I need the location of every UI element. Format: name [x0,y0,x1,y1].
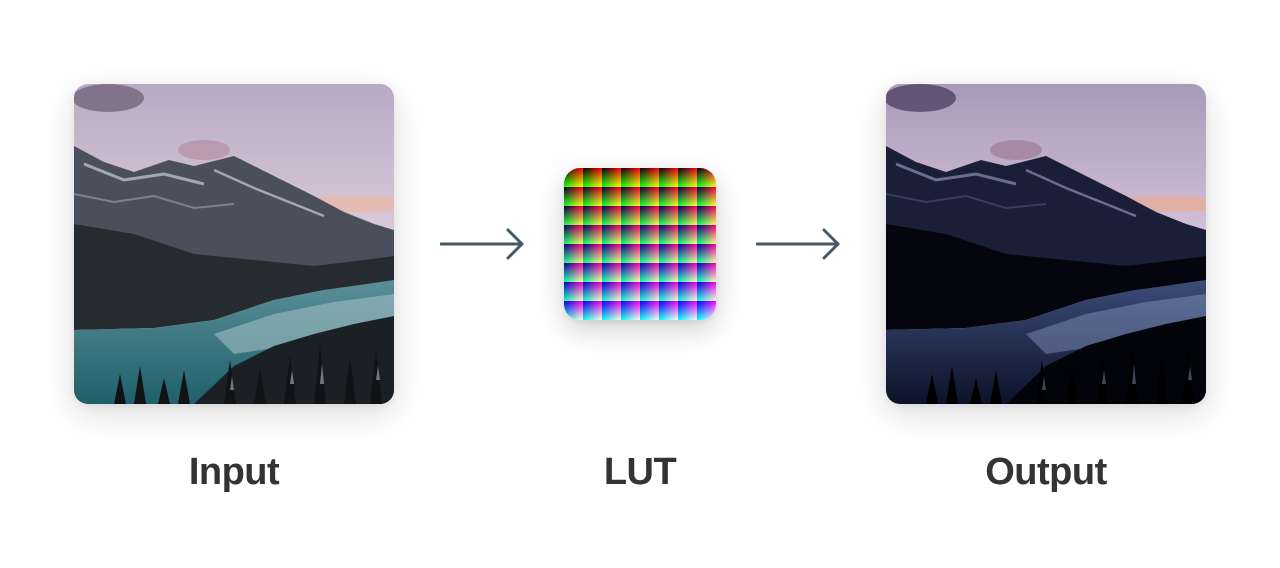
lut-tile [621,282,640,301]
lut-tile [697,301,716,320]
lut-tile [621,244,640,263]
lut-tile [602,301,621,320]
lut-tile [697,225,716,244]
lut-tile [602,225,621,244]
lut-tile [564,168,583,187]
lut-diagram: Input LUT Output [0,0,1280,568]
lut-tile [697,263,716,282]
lut-tile [640,206,659,225]
lut-tile [564,244,583,263]
lut-tile [621,206,640,225]
lut-image [564,168,716,320]
lut-tile [583,301,602,320]
lut-tile [678,263,697,282]
lut-tile [583,282,602,301]
lut-tile [697,244,716,263]
lut-tile [564,206,583,225]
lut-tile [621,187,640,206]
input-label: Input [188,451,280,493]
lut-tile [678,282,697,301]
lut-label: LUT [603,451,677,493]
lut-tile [602,168,621,187]
lut-tile [678,206,697,225]
lut-tile [697,187,716,206]
lut-tile [640,225,659,244]
lut-tile [678,187,697,206]
lut-tile [602,187,621,206]
lut-tile [697,282,716,301]
lut-tile [697,206,716,225]
lut-tile [621,301,640,320]
lut-tile [621,168,640,187]
lut-tile [602,244,621,263]
lut-tile [602,282,621,301]
lut-tile [678,301,697,320]
lut-tile [659,187,678,206]
arrow-right-icon [440,228,524,260]
lut-tile [659,168,678,187]
output-label: Output [985,451,1107,493]
lut-tile [640,187,659,206]
lut-tile [583,244,602,263]
input-image [74,84,394,404]
lut-tile [640,282,659,301]
lut-tile [583,168,602,187]
lut-tile [602,263,621,282]
lut-tile [583,225,602,244]
lut-tile [564,187,583,206]
lut-tile [564,263,583,282]
lut-tile [602,206,621,225]
lut-tile [621,225,640,244]
lut-tile [659,206,678,225]
lut-tile [621,263,640,282]
lut-tile [678,168,697,187]
lut-tile [564,301,583,320]
arrow-right-icon [756,228,840,260]
lut-tile [659,282,678,301]
lut-tile [659,301,678,320]
lut-tile [640,263,659,282]
output-image [886,84,1206,404]
lut-tile [583,263,602,282]
lut-tile [640,168,659,187]
lut-tile [583,187,602,206]
lut-tile [659,244,678,263]
lut-tile [564,225,583,244]
lut-tile [678,225,697,244]
lut-tile [678,244,697,263]
lut-tile [659,263,678,282]
lut-tile [583,206,602,225]
lut-tile [564,282,583,301]
lut-tile [659,225,678,244]
lut-tile [640,244,659,263]
lut-tile [697,168,716,187]
lut-tile [640,301,659,320]
